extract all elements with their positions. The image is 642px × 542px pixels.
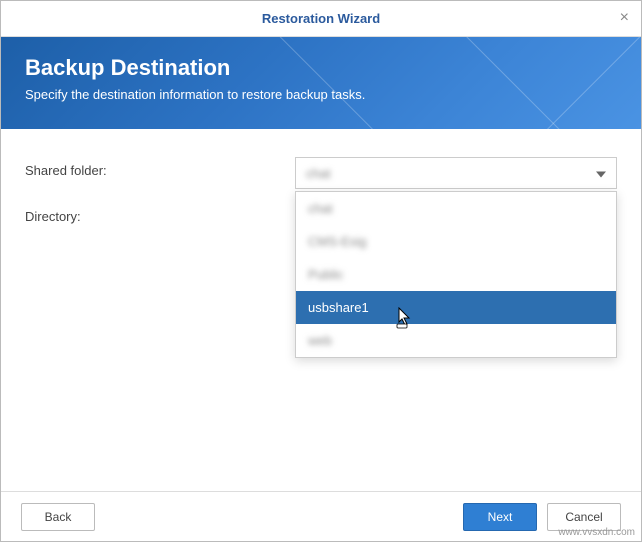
dropdown-item-label: chat — [308, 201, 333, 216]
shared-folder-select[interactable]: chat — [295, 157, 617, 189]
dropdown-item[interactable]: chat — [296, 192, 616, 225]
banner: Backup Destination Specify the destinati… — [1, 37, 641, 129]
dropdown-item-usbshare1[interactable]: usbshare1 — [296, 291, 616, 324]
page-subtitle: Specify the destination information to r… — [25, 87, 617, 102]
back-button[interactable]: Back — [21, 503, 95, 531]
shared-folder-label: Shared folder: — [25, 157, 295, 178]
shared-folder-select-wrap: chat chat CMS-Esig Public — [295, 157, 617, 189]
dropdown-item-label: CMS-Esig — [308, 234, 367, 249]
dropdown-item-label: web — [308, 333, 332, 348]
dropdown-item-label: Public — [308, 267, 343, 282]
directory-label: Directory: — [25, 203, 295, 224]
dropdown-item[interactable]: CMS-Esig — [296, 225, 616, 258]
watermark-text: www.vvsxdn.com — [558, 527, 635, 538]
wizard-window: Restoration Wizard × Backup Destination … — [0, 0, 642, 542]
chevron-down-icon — [596, 166, 606, 181]
dropdown-item[interactable]: Public — [296, 258, 616, 291]
content-area: Shared folder: chat chat CMS-Esig — [1, 129, 641, 266]
next-button[interactable]: Next — [463, 503, 537, 531]
titlebar: Restoration Wizard × — [1, 1, 641, 37]
shared-folder-value: chat — [306, 166, 331, 181]
dropdown-item[interactable]: web — [296, 324, 616, 357]
close-icon[interactable]: × — [620, 9, 629, 27]
dropdown-item-label: usbshare1 — [308, 300, 369, 315]
window-title: Restoration Wizard — [262, 11, 380, 26]
footer: Back Next Cancel — [1, 491, 641, 541]
page-title: Backup Destination — [25, 55, 617, 81]
shared-folder-dropdown: chat CMS-Esig Public usbshare1 — [295, 191, 617, 358]
shared-folder-row: Shared folder: chat chat CMS-Esig — [25, 157, 617, 189]
